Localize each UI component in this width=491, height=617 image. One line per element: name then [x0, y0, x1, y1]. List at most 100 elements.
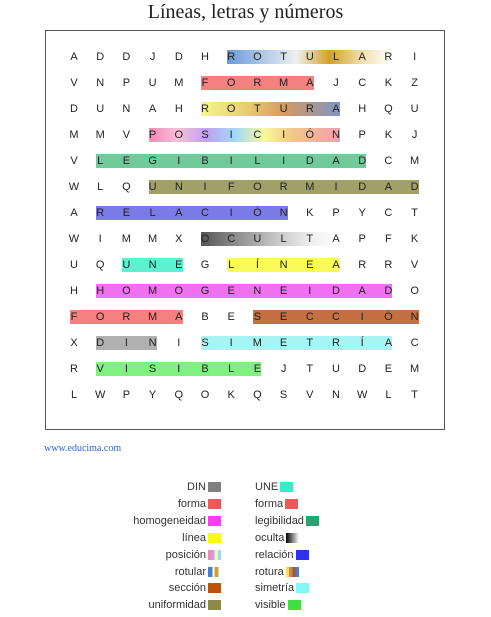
source-url[interactable]: www.educima.com: [44, 443, 121, 454]
letter-cell[interactable]: A: [352, 49, 372, 65]
letter-cell[interactable]: K: [221, 387, 241, 403]
letter-cell[interactable]: C: [195, 205, 215, 221]
letter-cell[interactable]: I: [169, 335, 189, 351]
letter-cell[interactable]: Q: [247, 387, 267, 403]
letter-cell[interactable]: N: [90, 75, 110, 91]
letter-cell[interactable]: M: [274, 75, 294, 91]
letter-cell[interactable]: O: [221, 101, 241, 117]
letter-cell[interactable]: O: [247, 49, 267, 65]
letter-cell[interactable]: U: [300, 49, 320, 65]
letter-cell[interactable]: M: [116, 231, 136, 247]
letter-cell[interactable]: K: [405, 231, 425, 247]
letter-cell[interactable]: I: [221, 153, 241, 169]
letter-cell[interactable]: X: [169, 231, 189, 247]
letter-cell[interactable]: N: [326, 127, 346, 143]
letter-cell[interactable]: O: [195, 231, 215, 247]
letter-cell[interactable]: C: [300, 309, 320, 325]
letter-cell[interactable]: Y: [352, 205, 372, 221]
letter-cell[interactable]: O: [169, 127, 189, 143]
letter-cell[interactable]: O: [405, 283, 425, 299]
letter-cell[interactable]: E: [274, 309, 294, 325]
letter-cell[interactable]: O: [195, 387, 215, 403]
letter-cell[interactable]: R: [378, 49, 398, 65]
letter-cell[interactable]: A: [378, 179, 398, 195]
letter-cell[interactable]: U: [143, 75, 163, 91]
letter-cell[interactable]: H: [64, 283, 84, 299]
letter-cell[interactable]: I: [326, 179, 346, 195]
letter-cell[interactable]: A: [352, 283, 372, 299]
letter-cell[interactable]: A: [169, 205, 189, 221]
letter-cell[interactable]: H: [352, 101, 372, 117]
letter-cell[interactable]: J: [405, 127, 425, 143]
letter-cell[interactable]: D: [352, 179, 372, 195]
letter-cell[interactable]: M: [143, 283, 163, 299]
letter-cell[interactable]: Í: [247, 257, 267, 273]
letter-cell[interactable]: B: [195, 309, 215, 325]
letter-cell[interactable]: Y: [143, 387, 163, 403]
letter-cell[interactable]: L: [274, 231, 294, 247]
letter-cell[interactable]: T: [300, 335, 320, 351]
letter-cell[interactable]: U: [90, 101, 110, 117]
letter-cell[interactable]: O: [169, 283, 189, 299]
letter-cell[interactable]: T: [247, 101, 267, 117]
letter-cell[interactable]: T: [405, 205, 425, 221]
letter-cell[interactable]: P: [116, 75, 136, 91]
letter-cell[interactable]: I: [221, 127, 241, 143]
letter-cell[interactable]: A: [300, 75, 320, 91]
letter-cell[interactable]: K: [378, 127, 398, 143]
letter-cell[interactable]: L: [247, 153, 267, 169]
letter-cell[interactable]: I: [90, 231, 110, 247]
letter-cell[interactable]: I: [352, 309, 372, 325]
letter-cell[interactable]: D: [300, 153, 320, 169]
letter-cell[interactable]: D: [90, 335, 110, 351]
letter-cell[interactable]: E: [247, 361, 267, 377]
letter-cell[interactable]: R: [90, 205, 110, 221]
letter-cell[interactable]: N: [169, 179, 189, 195]
letter-cell[interactable]: U: [64, 257, 84, 273]
letter-cell[interactable]: W: [64, 179, 84, 195]
letter-cell[interactable]: E: [300, 257, 320, 273]
letter-cell[interactable]: U: [326, 361, 346, 377]
letter-cell[interactable]: B: [195, 361, 215, 377]
letter-cell[interactable]: I: [169, 153, 189, 169]
letter-cell[interactable]: U: [247, 231, 267, 247]
letter-cell[interactable]: F: [221, 179, 241, 195]
letter-cell[interactable]: B: [195, 153, 215, 169]
letter-cell[interactable]: C: [405, 335, 425, 351]
letter-cell[interactable]: A: [378, 335, 398, 351]
letter-cell[interactable]: S: [195, 127, 215, 143]
letter-cell[interactable]: D: [352, 153, 372, 169]
letter-cell[interactable]: Ó: [300, 127, 320, 143]
letter-cell[interactable]: U: [116, 257, 136, 273]
letter-cell[interactable]: V: [116, 127, 136, 143]
letter-cell[interactable]: N: [143, 335, 163, 351]
letter-cell[interactable]: M: [300, 179, 320, 195]
letter-cell[interactable]: U: [143, 179, 163, 195]
letter-cell[interactable]: D: [378, 283, 398, 299]
letter-cell[interactable]: O: [90, 309, 110, 325]
letter-cell[interactable]: Q: [90, 257, 110, 273]
letter-cell[interactable]: N: [247, 283, 267, 299]
letter-cell[interactable]: E: [274, 335, 294, 351]
letter-cell[interactable]: K: [378, 75, 398, 91]
letter-cell[interactable]: A: [326, 257, 346, 273]
letter-cell[interactable]: W: [90, 387, 110, 403]
letter-cell[interactable]: I: [116, 335, 136, 351]
letter-cell[interactable]: U: [274, 101, 294, 117]
letter-cell[interactable]: L: [64, 387, 84, 403]
letter-cell[interactable]: A: [64, 205, 84, 221]
letter-cell[interactable]: V: [64, 75, 84, 91]
letter-cell[interactable]: M: [169, 75, 189, 91]
letter-cell[interactable]: W: [64, 231, 84, 247]
letter-cell[interactable]: N: [143, 257, 163, 273]
letter-cell[interactable]: D: [405, 179, 425, 195]
letter-cell[interactable]: J: [274, 361, 294, 377]
letter-cell[interactable]: N: [405, 309, 425, 325]
letter-cell[interactable]: E: [221, 283, 241, 299]
letter-cell[interactable]: N: [116, 101, 136, 117]
letter-cell[interactable]: D: [116, 49, 136, 65]
letter-cell[interactable]: R: [274, 179, 294, 195]
letter-cell[interactable]: M: [90, 127, 110, 143]
letter-cell[interactable]: M: [143, 231, 163, 247]
letter-cell[interactable]: Ó: [378, 309, 398, 325]
